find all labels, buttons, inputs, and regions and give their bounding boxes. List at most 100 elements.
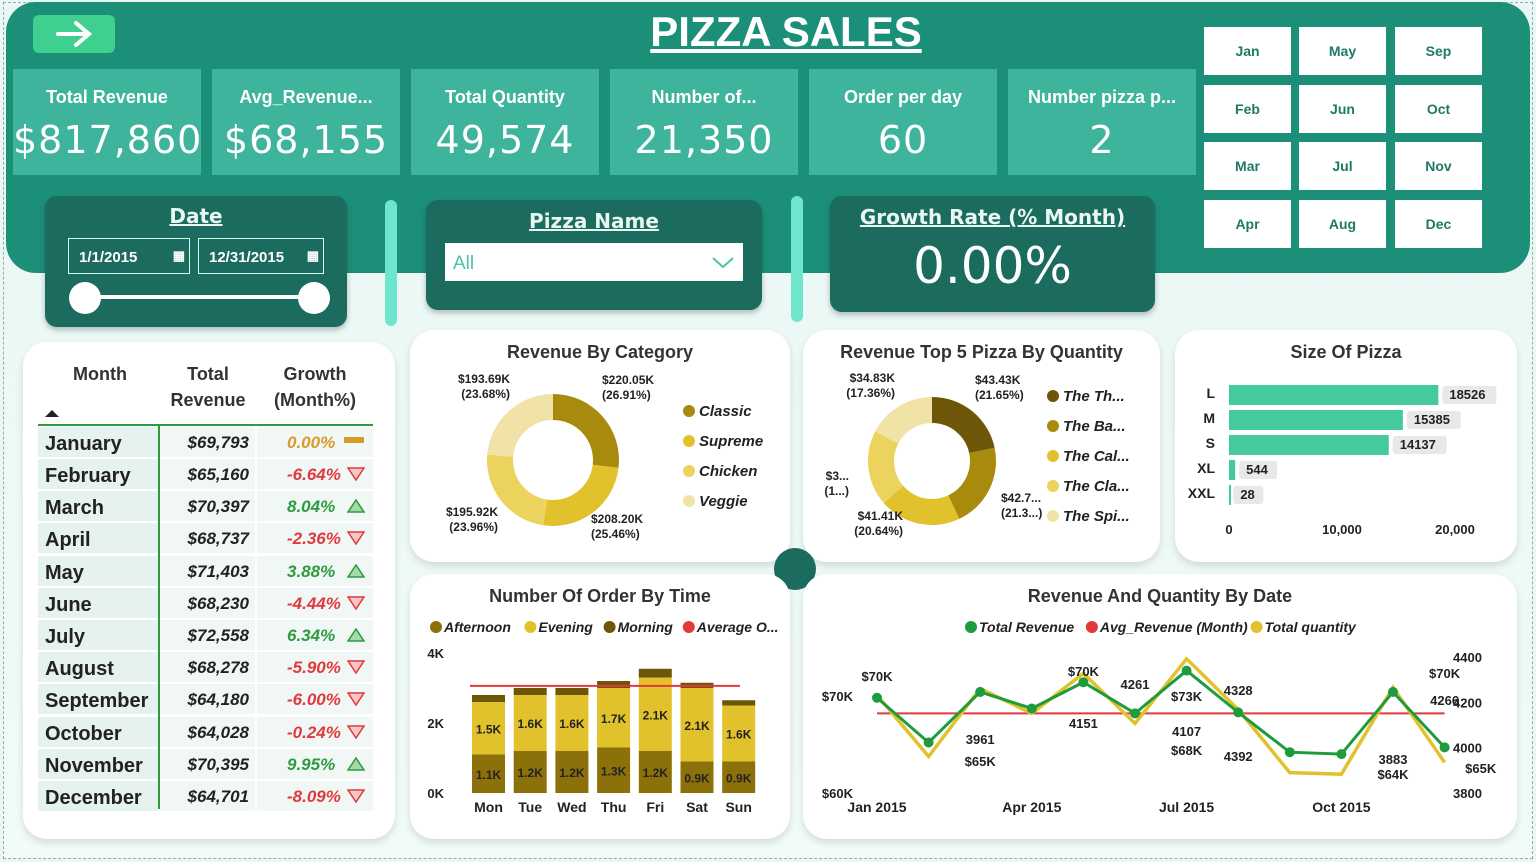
legend-swatch — [683, 435, 695, 447]
legend-label: The Th... — [1063, 388, 1125, 405]
kpi-card: Number pizza p... 2 — [1008, 69, 1196, 175]
date-slider-start-handle[interactable] — [69, 282, 101, 314]
growth-value: -0.24% — [287, 723, 341, 742]
growth-value: 8.04% — [287, 497, 336, 516]
slice-label: $208.20K — [591, 512, 643, 526]
table-row[interactable]: December $64,701 -8.09% — [38, 781, 373, 811]
legend-item[interactable]: The Cla... — [1047, 478, 1130, 495]
legend-label: Classic — [699, 403, 752, 420]
growth-cell: -0.24% — [257, 717, 373, 747]
growth-value: -6.64% — [287, 465, 341, 484]
bar-value-label: 1.3K — [601, 764, 627, 778]
date-slider-end-handle[interactable] — [298, 282, 330, 314]
size-value-label: 15385 — [1414, 412, 1450, 427]
x-tick-label: Jul 2015 — [1159, 799, 1214, 815]
revenue-quantity-line-chart: Total Revenue Avg_Revenue (Month) Total qu… — [822, 619, 1497, 815]
table-row[interactable]: July $72,558 6.34% — [38, 620, 373, 650]
col-header-revenue[interactable]: Total Revenue — [160, 361, 256, 413]
divider — [791, 196, 803, 322]
start-date-input[interactable]: 1/1/2015 ▦ — [68, 238, 190, 274]
stacked-bar-segment — [472, 695, 505, 702]
month-button-aug[interactable]: Aug — [1298, 199, 1387, 249]
table-row[interactable]: November $70,395 9.95% — [38, 749, 373, 779]
legend-swatch — [683, 495, 695, 507]
legend-item[interactable]: The Spi... — [1047, 508, 1130, 525]
slice-label: $195.92K — [446, 505, 498, 519]
col-header-growth[interactable]: Growth (Month%) — [262, 361, 368, 413]
table-row[interactable]: February $65,160 -6.64% — [38, 459, 373, 489]
table-row[interactable]: October $64,028 -0.24% — [38, 717, 373, 747]
legend-label: Total Revenue — [979, 619, 1074, 635]
x-tick-label: 20,000 — [1435, 522, 1475, 537]
legend-item[interactable]: Classic — [683, 403, 752, 420]
slice-label: $220.05K — [602, 373, 654, 387]
trend-down-icon — [347, 789, 365, 803]
legend-item[interactable]: The Ba... — [1047, 418, 1126, 435]
data-label: $70K — [1429, 666, 1461, 681]
orders-stacked-bar-chart: Afternoon Evening Morning Average O... 0K 2K 4… — [427, 619, 778, 815]
revenue-point — [975, 686, 986, 697]
legend-item[interactable]: Supreme — [683, 433, 763, 450]
size-bar — [1229, 410, 1403, 430]
table-row[interactable]: May $71,403 3.88% — [38, 556, 373, 586]
month-button-may[interactable]: May — [1298, 26, 1387, 76]
legend-item[interactable]: Chicken — [683, 463, 757, 480]
size-value-label: 14137 — [1400, 437, 1436, 452]
month-button-dec[interactable]: Dec — [1394, 199, 1483, 249]
month-button-sep[interactable]: Sep — [1394, 26, 1483, 76]
month-button-oct[interactable]: Oct — [1394, 84, 1483, 134]
growth-cell: -5.90% — [257, 652, 373, 682]
back-button[interactable] — [33, 15, 115, 53]
bar-value-label: 1.6K — [518, 717, 544, 731]
legend-swatch — [1047, 510, 1059, 522]
kpi-card: Total Quantity 49,574 — [411, 69, 599, 175]
date-slicer-title: Date — [169, 204, 223, 228]
table-row[interactable]: June $68,230 -4.44% — [38, 588, 373, 618]
data-label: 4107 — [1172, 724, 1201, 739]
y-tick-label: 0K — [427, 786, 444, 801]
table-row[interactable]: April $68,737 -2.36% — [38, 523, 373, 553]
month-button-feb[interactable]: Feb — [1203, 84, 1292, 134]
revenue-cell: $65,160 — [160, 459, 255, 489]
kpi-value: $68,155 — [223, 118, 389, 162]
legend-item[interactable]: The Th... — [1047, 388, 1125, 405]
growth-cell: -6.00% — [257, 684, 373, 714]
size-bar-chart: L 18526 M 15385 S 14137 XL 544 XXL 28 0 10,000 20,00… — [1188, 385, 1497, 537]
growth-cell: 9.95% — [257, 749, 373, 779]
end-date-input[interactable]: 12/31/2015 ▦ — [198, 238, 324, 274]
kpi-value: 49,574 — [435, 118, 575, 162]
size-category-label: M — [1203, 410, 1215, 426]
revenue-point — [872, 692, 882, 703]
growth-value: -6.00% — [287, 690, 341, 709]
data-label: 4151 — [1069, 716, 1098, 731]
slice-percent: (21.65%) — [975, 388, 1024, 402]
kpi-value: $817,860 — [13, 118, 203, 162]
growth-value: -8.09% — [287, 787, 341, 806]
month-button-apr[interactable]: Apr — [1203, 199, 1292, 249]
month-button-jun[interactable]: Jun — [1298, 84, 1387, 134]
table-row[interactable]: January $69,793 0.00% — [38, 427, 373, 457]
month-button-nov[interactable]: Nov — [1394, 141, 1483, 191]
table-row[interactable]: August $68,278 -5.90% — [38, 652, 373, 682]
divider — [385, 200, 397, 326]
table-row[interactable]: September $64,180 -6.00% — [38, 684, 373, 714]
revenue-point — [1026, 703, 1037, 714]
date-slider-track[interactable] — [84, 295, 314, 299]
legend-label: Afternoon — [443, 619, 511, 635]
data-label: 4392 — [1224, 749, 1253, 764]
month-cell: February — [38, 459, 158, 489]
legend-swatch — [1085, 621, 1098, 633]
table-row[interactable]: March $70,397 8.04% — [38, 491, 373, 521]
col-header-month[interactable]: Month — [55, 361, 145, 387]
month-button-mar[interactable]: Mar — [1203, 141, 1292, 191]
revenue-cell: $70,397 — [160, 491, 255, 521]
pizza-name-dropdown[interactable]: All — [445, 243, 743, 281]
month-cell: January — [38, 427, 158, 457]
growth-cell: -6.64% — [257, 459, 373, 489]
legend-item[interactable]: The Cal... — [1047, 448, 1130, 465]
legend-label: Morning — [618, 619, 674, 635]
data-label: $68K — [1171, 743, 1203, 758]
legend-item[interactable]: Veggie — [683, 493, 748, 510]
month-button-jan[interactable]: Jan — [1203, 26, 1292, 76]
month-button-jul[interactable]: Jul — [1298, 141, 1387, 191]
